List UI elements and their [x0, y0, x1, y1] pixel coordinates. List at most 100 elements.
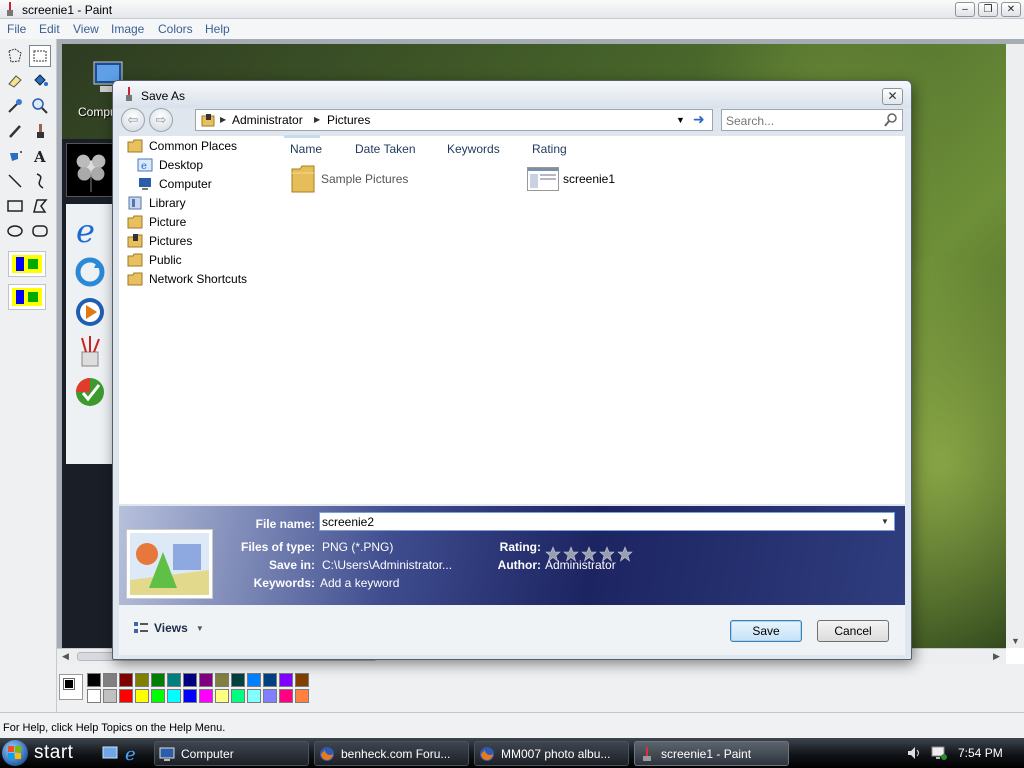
internet-explorer-icon[interactable]: e: [124, 744, 142, 762]
nav-item-pictures[interactable]: Pictures: [127, 232, 192, 250]
color-swatch[interactable]: [103, 689, 117, 703]
color-swatch[interactable]: [215, 689, 229, 703]
color-swatch[interactable]: [247, 689, 261, 703]
clock[interactable]: 7:54 PM: [958, 746, 1003, 760]
rating-star-icon[interactable]: [617, 546, 633, 562]
column-header-date-taken[interactable]: Date Taken: [355, 142, 416, 156]
breadcrumb-administrator[interactable]: Administrator: [232, 113, 303, 127]
nav-item-common-places[interactable]: Common Places: [127, 137, 237, 155]
back-button[interactable]: ⇦: [121, 108, 145, 132]
address-dropdown-icon[interactable]: ▼: [676, 115, 685, 125]
color-swatch[interactable]: [183, 673, 197, 687]
file-name-input[interactable]: [322, 514, 872, 530]
color-swatch[interactable]: [119, 673, 133, 687]
scroll-left-arrow[interactable]: ◀: [62, 651, 69, 662]
menu-image[interactable]: Image: [111, 22, 144, 36]
show-desktop-icon[interactable]: [102, 745, 118, 761]
text-tool[interactable]: A: [29, 145, 51, 167]
scroll-right-arrow[interactable]: ▶: [993, 651, 1000, 662]
search-icon[interactable]: [884, 113, 898, 127]
network-icon[interactable]: [931, 745, 947, 761]
color-swatch[interactable]: [279, 689, 293, 703]
column-header-rating[interactable]: Rating: [532, 142, 567, 156]
task-paint[interactable]: screenie1 - Paint: [634, 741, 789, 766]
column-header-name[interactable]: Name: [283, 135, 322, 156]
fill-style-option-2[interactable]: [8, 284, 46, 310]
rounded-rect-tool[interactable]: [29, 220, 51, 242]
search-box[interactable]: [721, 109, 903, 131]
color-swatch[interactable]: [295, 673, 309, 687]
menu-edit[interactable]: Edit: [39, 22, 60, 36]
color-swatch[interactable]: [199, 689, 213, 703]
task-computer[interactable]: Computer: [154, 741, 309, 766]
go-arrow-icon[interactable]: ➜: [693, 111, 705, 128]
menu-view[interactable]: View: [73, 22, 99, 36]
line-tool[interactable]: [4, 170, 26, 192]
color-picker-tool[interactable]: [4, 95, 26, 117]
save-button[interactable]: Save: [730, 620, 802, 642]
color-swatch[interactable]: [183, 689, 197, 703]
color-swatch[interactable]: [279, 673, 293, 687]
color-swatch[interactable]: [231, 689, 245, 703]
curve-tool[interactable]: [29, 170, 51, 192]
start-button[interactable]: start: [2, 739, 88, 767]
color-swatch[interactable]: [295, 689, 309, 703]
column-header-keywords[interactable]: Keywords: [447, 142, 500, 156]
free-select-tool[interactable]: [4, 45, 26, 67]
color-swatch[interactable]: [167, 689, 181, 703]
address-bar[interactable]: ▶ Administrator ▶ Pictures ▼ ➜: [195, 109, 713, 131]
file-item-sample-pictures[interactable]: Sample Pictures: [289, 163, 408, 195]
brush-tool[interactable]: [29, 120, 51, 142]
color-swatch[interactable]: [87, 689, 101, 703]
color-swatch[interactable]: [135, 689, 149, 703]
nav-item-public[interactable]: Public: [127, 251, 182, 269]
volume-icon[interactable]: [906, 745, 922, 761]
color-swatch[interactable]: [263, 673, 277, 687]
ellipse-tool[interactable]: [4, 220, 26, 242]
pencil-tool[interactable]: [4, 120, 26, 142]
color-swatch[interactable]: [135, 673, 149, 687]
color-swatch[interactable]: [151, 689, 165, 703]
scroll-down-arrow[interactable]: ▼: [1011, 636, 1020, 646]
color-swatch[interactable]: [231, 673, 245, 687]
nav-item-network-shortcuts[interactable]: Network Shortcuts: [127, 270, 247, 288]
color-swatch[interactable]: [263, 689, 277, 703]
views-button[interactable]: Views ▼: [133, 621, 204, 635]
menu-colors[interactable]: Colors: [158, 22, 193, 36]
color-swatch[interactable]: [247, 673, 261, 687]
polygon-tool[interactable]: [29, 195, 51, 217]
close-button[interactable]: ✕: [1001, 2, 1021, 17]
author-value[interactable]: Administrator: [545, 558, 616, 572]
rectangle-tool[interactable]: [4, 195, 26, 217]
forward-button[interactable]: ⇨: [149, 108, 173, 132]
color-swatch[interactable]: [87, 673, 101, 687]
menu-help[interactable]: Help: [205, 22, 230, 36]
cancel-button[interactable]: Cancel: [817, 620, 889, 642]
color-swatch[interactable]: [199, 673, 213, 687]
color-swatch[interactable]: [119, 689, 133, 703]
file-item-screenie1[interactable]: screenie1: [527, 167, 615, 191]
color-swatch[interactable]: [215, 673, 229, 687]
rect-select-tool[interactable]: [29, 45, 51, 67]
search-input[interactable]: [726, 113, 876, 128]
nav-item-desktop[interactable]: e Desktop: [137, 156, 203, 174]
nav-item-library[interactable]: Library: [127, 194, 186, 212]
dialog-close-button[interactable]: ✕: [882, 88, 903, 105]
files-of-type-value[interactable]: PNG (*.PNG): [322, 540, 393, 554]
breadcrumb-pictures[interactable]: Pictures: [327, 113, 370, 127]
color-swatch[interactable]: [103, 673, 117, 687]
fill-tool[interactable]: [29, 70, 51, 92]
file-name-dropdown-icon[interactable]: ▼: [881, 517, 889, 526]
task-mm007[interactable]: MM007 photo albu...: [474, 741, 629, 766]
nav-item-computer[interactable]: Computer: [137, 175, 212, 193]
task-benheck[interactable]: benheck.com Foru...: [314, 741, 469, 766]
file-name-combo[interactable]: ▼: [319, 512, 895, 531]
color-swatch[interactable]: [151, 673, 165, 687]
eraser-tool[interactable]: [4, 70, 26, 92]
fill-style-option-1[interactable]: [8, 251, 46, 277]
keywords-value[interactable]: Add a keyword: [320, 576, 399, 590]
airbrush-tool[interactable]: [4, 145, 26, 167]
color-swatch[interactable]: [167, 673, 181, 687]
restore-button[interactable]: ❐: [978, 2, 998, 17]
vertical-scrollbar[interactable]: ▼: [1006, 44, 1024, 648]
